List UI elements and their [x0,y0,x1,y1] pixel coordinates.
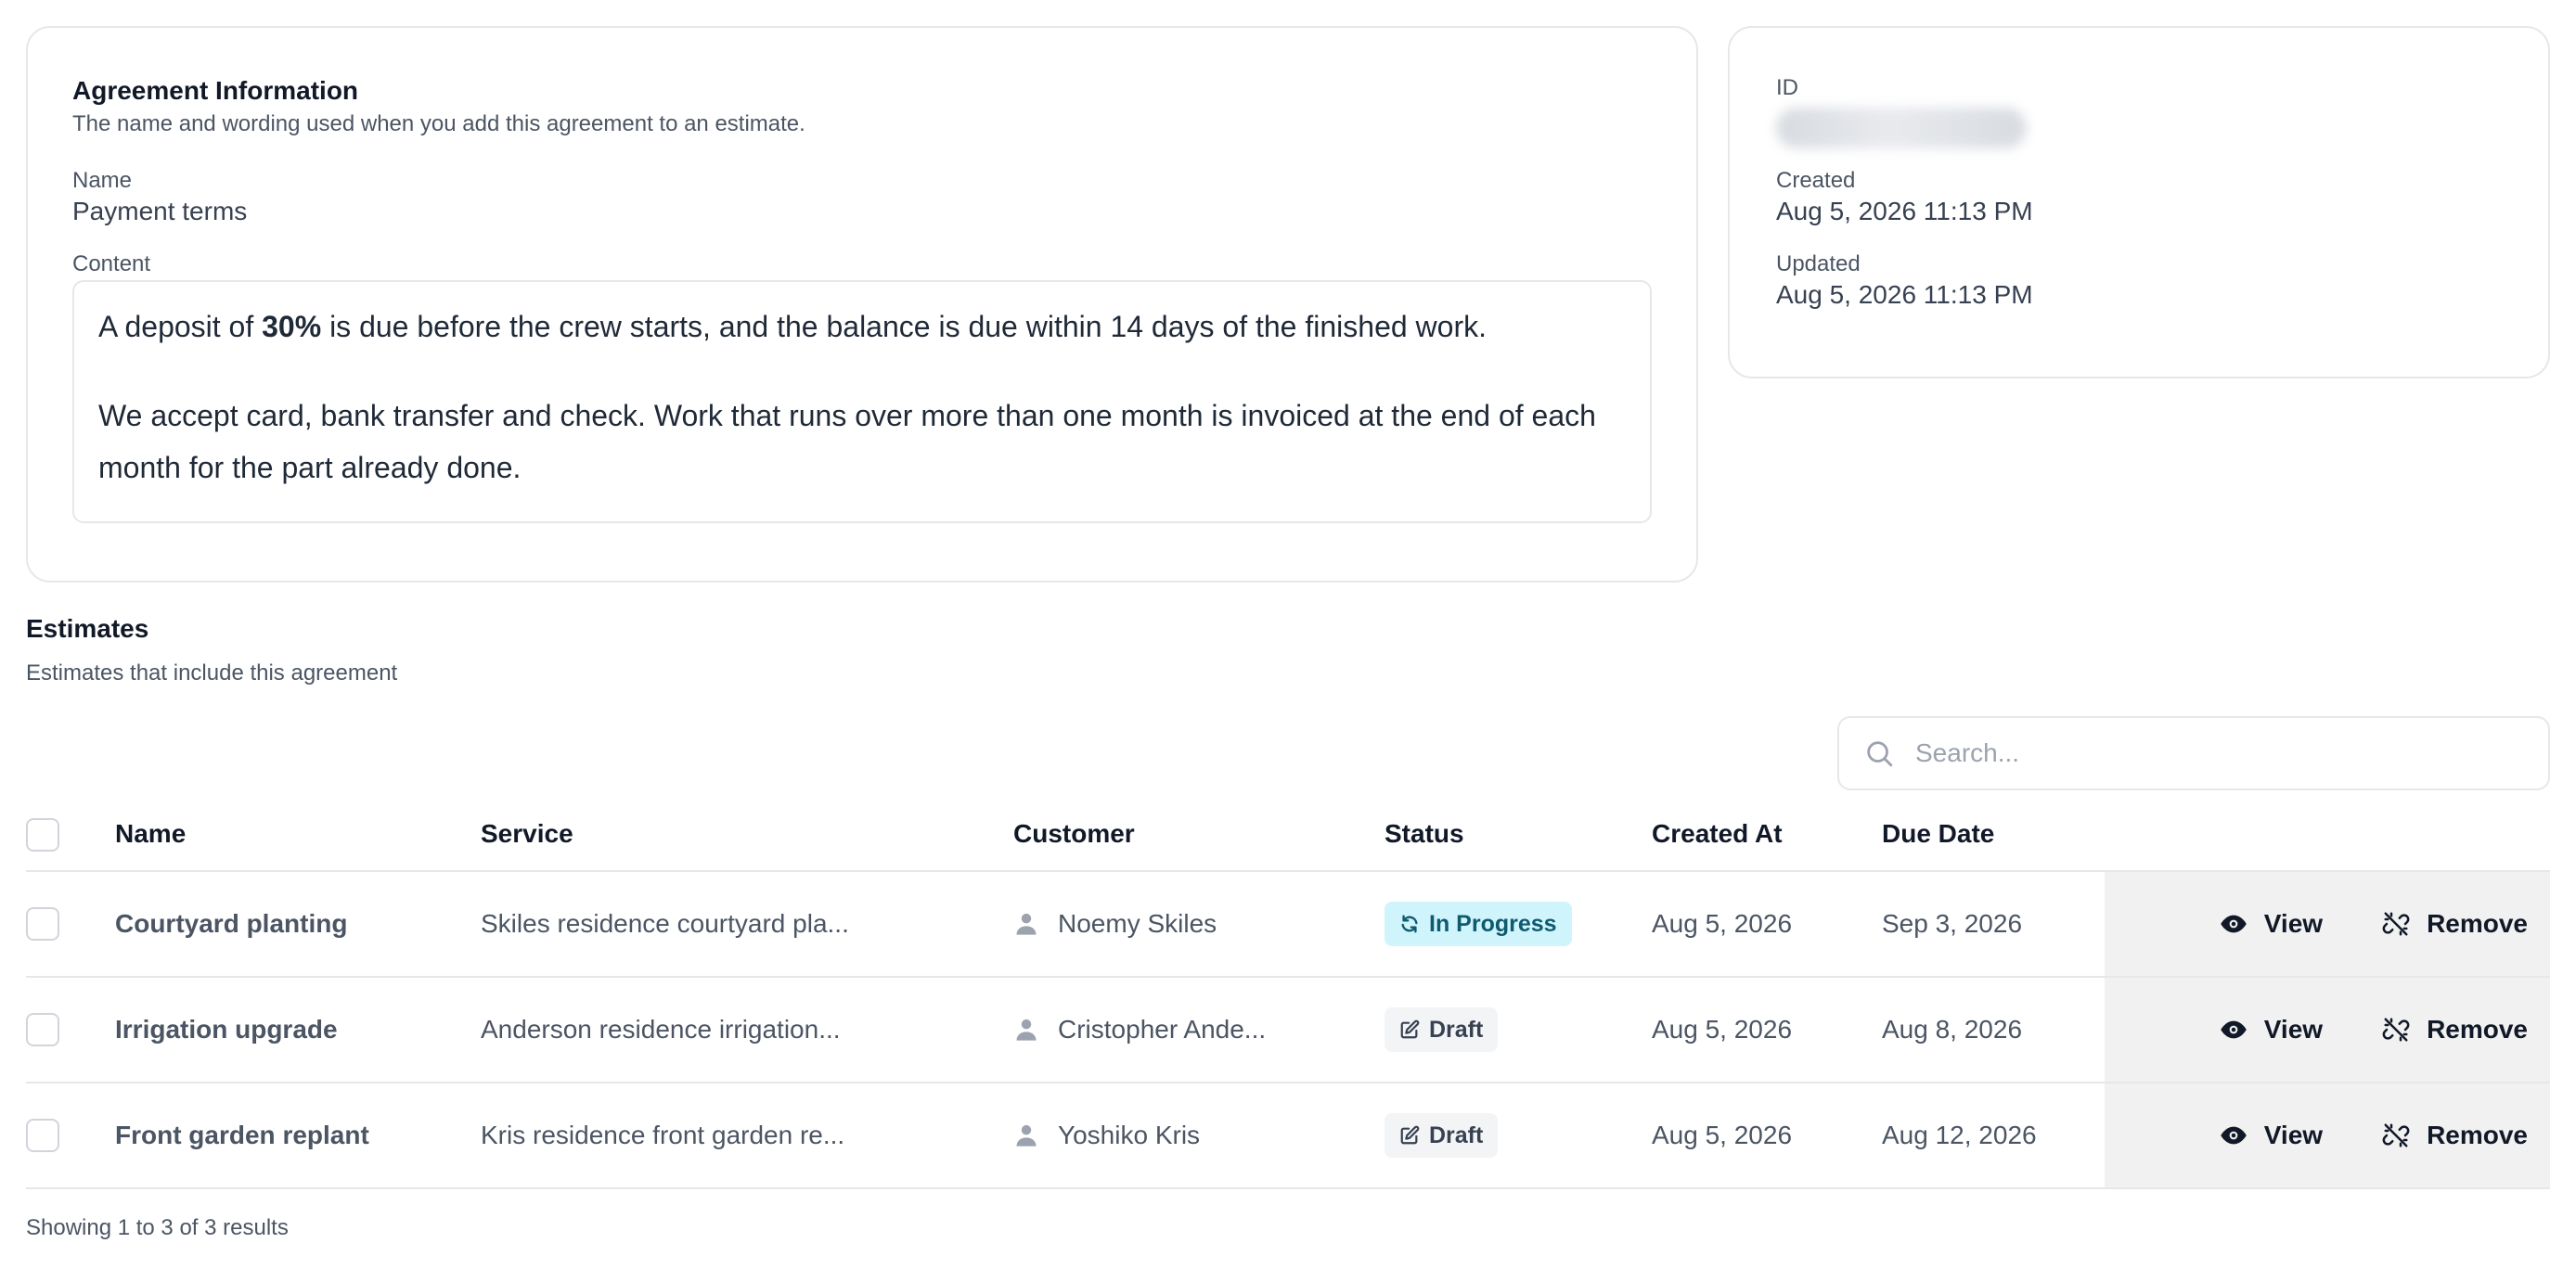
estimates-table: Name Service Customer Status Created At … [26,798,2550,1189]
estimates-description: Estimates that include this agreement [26,660,398,686]
select-all-checkbox[interactable] [26,818,59,852]
status-badge: Draft [1385,1113,1499,1158]
estimate-service: Kris residence front garden re... [481,1121,845,1149]
edit-icon [1400,1125,1420,1145]
content-text: A deposit of [98,310,263,343]
status-label: Draft [1429,1122,1484,1148]
column-header-name[interactable]: Name [115,819,186,849]
remove-label: Remove [2427,1121,2528,1149]
search-input[interactable] [1913,737,2507,769]
eye-icon [2221,1020,2247,1039]
status-badge: In Progress [1385,902,1572,946]
column-header-service[interactable]: Service [481,819,573,849]
agreement-info-card: Agreement Information The name and wordi… [26,26,1698,583]
id-value-redacted [1776,108,2027,148]
updated-value: Aug 5, 2026 11:13 PM [1776,280,2033,309]
row-actions: View Remove [2105,1083,2550,1187]
table-header: Name Service Customer Status Created At … [26,798,2550,872]
column-header-due-date[interactable]: Due Date [1882,819,1994,849]
remove-button[interactable]: Remove [2382,1015,2528,1045]
view-label: View [2263,1121,2324,1149]
content-paragraph-2: We accept card, bank transfer and check.… [98,399,1596,484]
estimate-name[interactable]: Front garden replant [115,1083,369,1187]
eye-icon [2221,915,2247,933]
estimate-customer: Noemy Skiles [1013,872,1217,976]
row-actions: View Remove [2105,978,2550,1082]
table-row[interactable]: Irrigation upgrade Anderson residence ir… [26,978,2550,1083]
remove-label: Remove [2427,1015,2528,1044]
edit-icon [1400,1019,1420,1039]
customer-name: Cristopher Ande... [1058,1015,1267,1044]
estimate-due-date: Aug 8, 2026 [1882,1015,2023,1044]
view-button[interactable]: View [2220,1121,2323,1150]
agreement-info-title: Agreement Information [72,76,359,105]
view-label: View [2263,1015,2324,1044]
remove-button[interactable]: Remove [2382,1121,2528,1150]
remove-label: Remove [2427,909,2528,938]
view-label: View [2263,909,2324,938]
estimate-service: Anderson residence irrigation... [481,1015,841,1044]
estimate-name[interactable]: Irrigation upgrade [115,978,338,1082]
search-box[interactable] [1837,716,2550,790]
view-button[interactable]: View [2220,909,2323,939]
updated-label: Updated [1776,251,1861,276]
content-paragraph-1: A deposit of 30% is due before the crew … [98,301,1626,352]
estimate-status: Draft [1385,978,1499,1082]
content-label: Content [72,251,151,276]
name-label: Name [72,168,133,193]
agreement-info-description: The name and wording used when you add t… [72,111,805,136]
estimate-status: In Progress [1385,872,1572,976]
view-button[interactable]: View [2220,1015,2323,1045]
row-checkbox[interactable] [26,1013,59,1046]
customer-name: Noemy Skiles [1058,909,1217,938]
content-box: A deposit of 30% is due before the crew … [72,280,1652,523]
unlink-icon [2382,1018,2410,1042]
created-value: Aug 5, 2026 11:13 PM [1776,197,2033,225]
table-row[interactable]: Front garden replant Kris residence fron… [26,1083,2550,1189]
estimate-created-at: Aug 5, 2026 [1652,1121,1793,1149]
estimate-customer: Cristopher Ande... [1013,978,1266,1082]
row-actions: View Remove [2105,872,2550,976]
unlink-icon [2382,1123,2410,1147]
person-icon [1016,1124,1037,1147]
search-icon [1867,741,1893,767]
name-value: Payment terms [72,197,248,225]
column-header-created-at[interactable]: Created At [1652,819,1783,849]
estimate-due-date: Sep 3, 2026 [1882,909,2023,938]
content-text: is due before the crew starts, and the b… [321,310,1487,343]
person-icon [1016,913,1037,935]
refresh-icon [1401,915,1418,933]
column-header-status[interactable]: Status [1385,819,1464,849]
unlink-icon [2382,912,2410,936]
customer-name: Yoshiko Kris [1058,1121,1201,1149]
row-checkbox[interactable] [26,1119,59,1152]
status-badge: Draft [1385,1007,1499,1052]
row-checkbox[interactable] [26,907,59,941]
estimate-created-at: Aug 5, 2026 [1652,1015,1793,1044]
pagination-summary: Showing 1 to 3 of 3 results [26,1215,289,1240]
remove-button[interactable]: Remove [2382,909,2528,939]
id-label: ID [1776,75,1798,100]
status-label: Draft [1429,1016,1484,1043]
table-row[interactable]: Courtyard planting Skiles residence cour… [26,872,2550,978]
meta-card: ID Created Aug 5, 2026 11:13 PM Updated … [1728,26,2550,378]
estimates-header: Estimates Estimates that include this ag… [26,612,397,688]
estimate-service: Skiles residence courtyard pla... [481,909,849,938]
estimate-name[interactable]: Courtyard planting [115,872,347,976]
column-header-customer[interactable]: Customer [1013,819,1135,849]
estimates-title: Estimates [26,614,149,643]
estimate-customer: Yoshiko Kris [1013,1083,1200,1187]
estimate-created-at: Aug 5, 2026 [1652,909,1793,938]
created-label: Created [1776,168,1856,193]
estimate-status: Draft [1385,1083,1499,1187]
eye-icon [2221,1126,2247,1145]
content-bold-text: 30% [262,310,322,343]
estimate-due-date: Aug 12, 2026 [1882,1121,2037,1149]
person-icon [1016,1019,1037,1041]
status-label: In Progress [1429,910,1557,937]
